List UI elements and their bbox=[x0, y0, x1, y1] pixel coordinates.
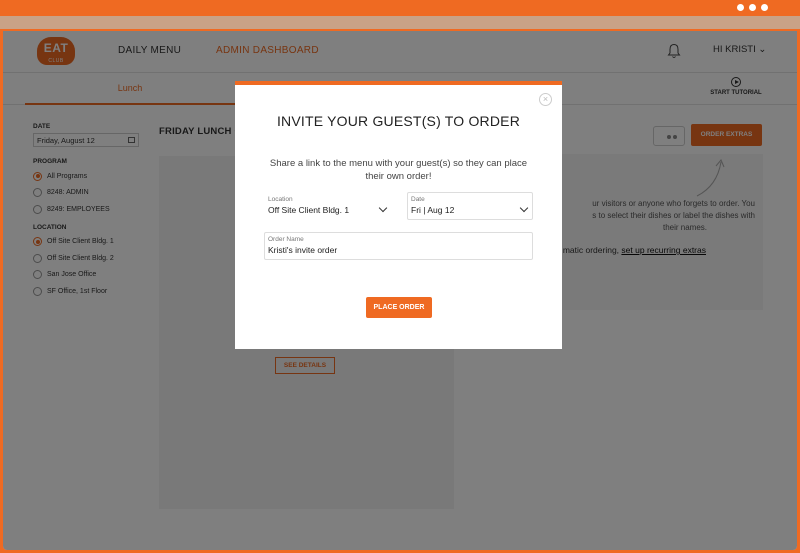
location-label: Location bbox=[268, 196, 293, 203]
address-strip bbox=[0, 16, 800, 29]
modal-title: INVITE YOUR GUEST(S) TO ORDER bbox=[276, 113, 521, 129]
dot-icon bbox=[749, 4, 756, 11]
dot-icon bbox=[737, 4, 744, 11]
date-value: Fri | Aug 12 bbox=[411, 205, 455, 215]
location-select[interactable]: Location Off Site Client Bldg. 1 bbox=[264, 192, 392, 220]
chevron-down-icon bbox=[378, 203, 388, 213]
app-viewport: EAT CLUB DAILY MENU ADMIN DASHBOARD HI K… bbox=[3, 31, 797, 550]
window-menu-dots[interactable] bbox=[737, 4, 768, 11]
browser-frame: EAT CLUB DAILY MENU ADMIN DASHBOARD HI K… bbox=[0, 0, 800, 553]
order-name-value: Kristi's invite order bbox=[268, 245, 338, 255]
close-icon[interactable]: × bbox=[539, 93, 552, 106]
invite-guest-modal: × INVITE YOUR GUEST(S) TO ORDER Share a … bbox=[235, 81, 562, 349]
date-select[interactable]: Date Fri | Aug 12 bbox=[407, 192, 533, 220]
modal-description: Share a link to the menu with your guest… bbox=[269, 158, 528, 182]
window-bar bbox=[0, 0, 800, 16]
place-order-button[interactable]: PLACE ORDER bbox=[366, 297, 432, 318]
chevron-down-icon bbox=[519, 203, 529, 213]
order-name-label: Order Name bbox=[268, 236, 304, 243]
date-label: Date bbox=[411, 196, 425, 203]
dot-icon bbox=[761, 4, 768, 11]
location-value: Off Site Client Bldg. 1 bbox=[268, 205, 350, 215]
order-name-field[interactable]: Order Name Kristi's invite order bbox=[264, 232, 533, 260]
